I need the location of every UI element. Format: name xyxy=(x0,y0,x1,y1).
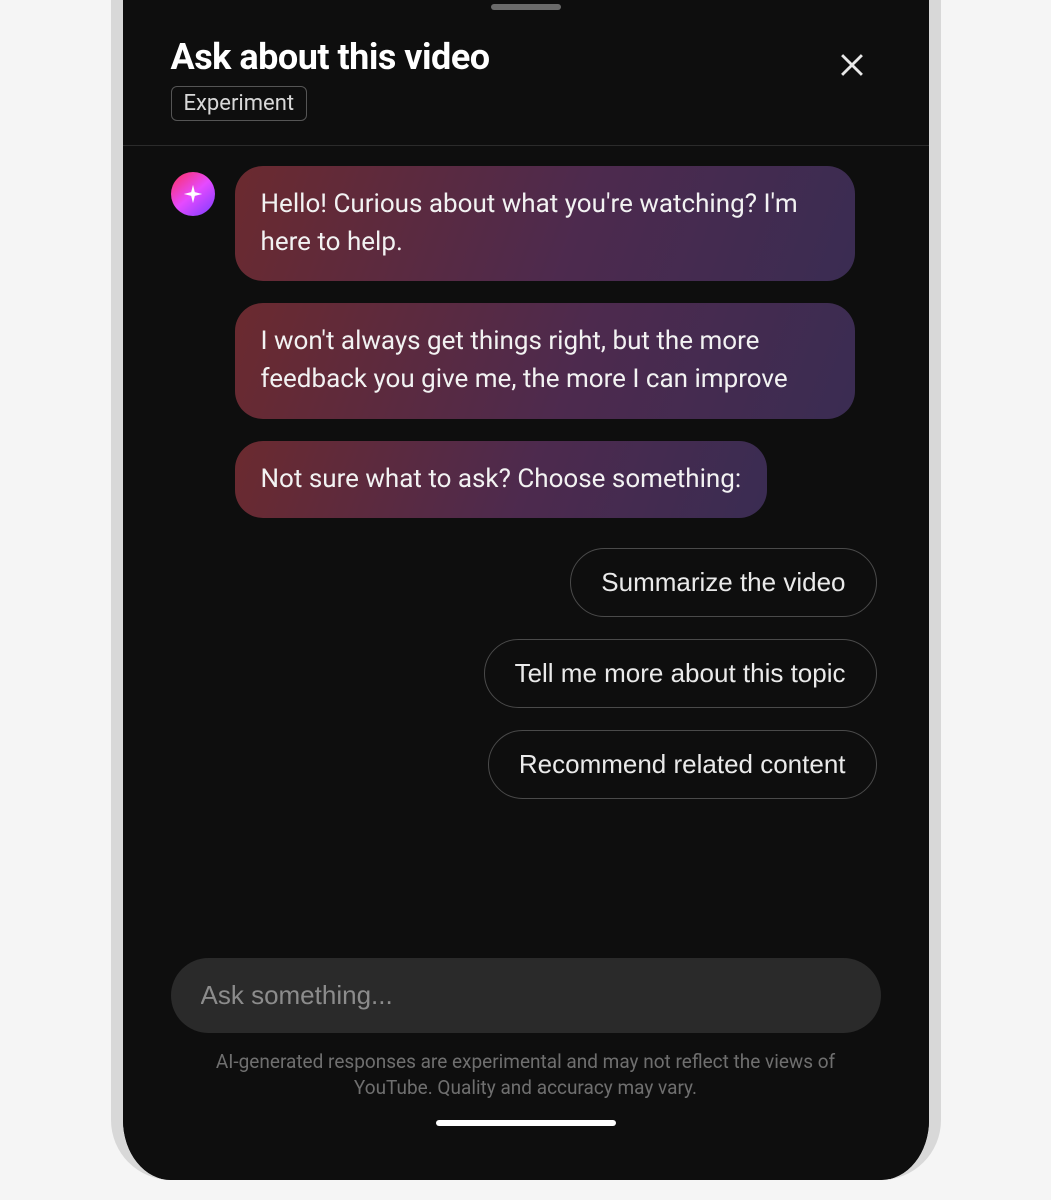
close-button[interactable] xyxy=(823,36,881,101)
suggestion-chips: Summarize the video Tell me more about t… xyxy=(171,548,881,799)
input-zone: AI-generated responses are experimental … xyxy=(123,938,929,1180)
assistant-avatar xyxy=(171,172,215,216)
assistant-message-row: Not sure what to ask? Choose something: xyxy=(171,441,881,519)
assistant-message-row: Hello! Curious about what you're watchin… xyxy=(171,166,881,281)
suggestion-chip-recommend[interactable]: Recommend related content xyxy=(488,730,877,799)
ask-input[interactable] xyxy=(171,958,881,1033)
suggestion-chip-summarize[interactable]: Summarize the video xyxy=(570,548,876,617)
panel-header: Ask about this video Experiment xyxy=(123,10,929,131)
panel-title: Ask about this video xyxy=(171,36,823,78)
suggestion-chip-topic[interactable]: Tell me more about this topic xyxy=(484,639,877,708)
assistant-message: Not sure what to ask? Choose something: xyxy=(235,441,768,519)
experiment-badge: Experiment xyxy=(171,86,308,121)
title-block: Ask about this video Experiment xyxy=(171,36,823,121)
phone-side-button xyxy=(937,70,941,140)
screen: Ask about this video Experiment Hello! C… xyxy=(123,0,929,1180)
chat-area: Hello! Curious about what you're watchin… xyxy=(123,146,929,938)
home-indicator[interactable] xyxy=(436,1120,616,1126)
assistant-message: Hello! Curious about what you're watchin… xyxy=(235,166,855,281)
disclaimer-text: AI-generated responses are experimental … xyxy=(171,1049,881,1102)
phone-frame: Ask about this video Experiment Hello! C… xyxy=(111,0,941,1180)
close-icon xyxy=(835,48,869,82)
assistant-message-row: I won't always get things right, but the… xyxy=(171,303,881,418)
sparkle-icon xyxy=(182,183,204,205)
assistant-message: I won't always get things right, but the… xyxy=(235,303,855,418)
